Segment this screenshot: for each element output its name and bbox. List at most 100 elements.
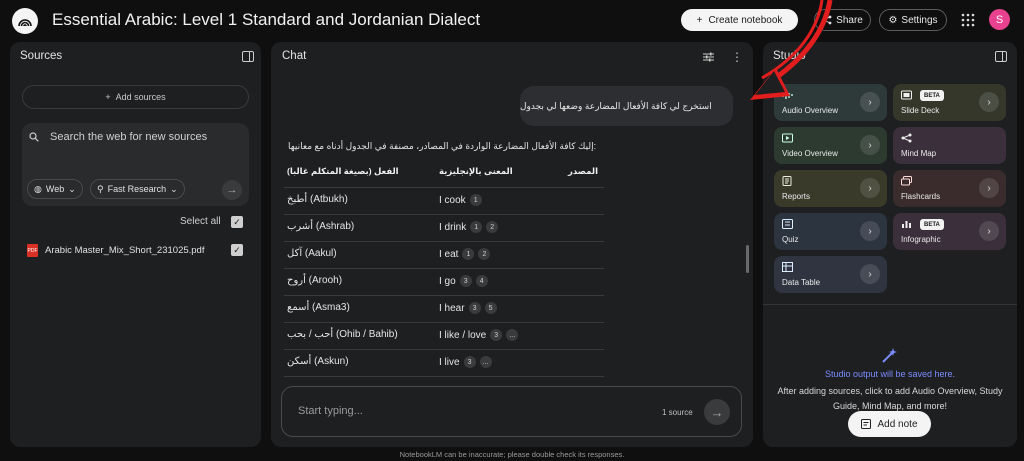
studio-card-data-table[interactable]: Data Table › — [774, 256, 887, 293]
table-divider — [284, 268, 604, 269]
table-cell-verb: أشرب (Ashrab) — [287, 221, 355, 232]
studio-card-video-overview[interactable]: Video Overview › — [774, 127, 887, 164]
chevron-down-icon: ⌄ — [68, 183, 76, 194]
add-note-button[interactable]: Add note — [848, 411, 931, 437]
chevron-right-icon[interactable]: › — [979, 92, 999, 112]
collapse-panel-icon[interactable] — [242, 51, 254, 62]
studio-card-slide-deck[interactable]: BETA Slide Deck › — [893, 84, 1006, 121]
citation-badge[interactable]: 1 — [470, 221, 483, 233]
studio-card-reports[interactable]: Reports › — [774, 170, 887, 207]
submit-search-button[interactable]: → — [222, 180, 242, 200]
avatar[interactable]: S — [989, 9, 1010, 30]
gear-icon: ⚙ — [888, 14, 898, 26]
quiz-icon — [782, 219, 793, 229]
globe-icon: ◍ — [34, 183, 42, 194]
chevron-right-icon[interactable]: › — [860, 221, 880, 241]
table-header-source: المصدر — [568, 166, 598, 176]
check-icon: ✓ — [233, 216, 241, 227]
studio-divider — [763, 304, 1017, 305]
chat-title: Chat — [282, 50, 307, 62]
web-source-dropdown[interactable]: ◍ Web ⌄ — [27, 179, 83, 199]
table-divider — [284, 376, 604, 377]
citation-badge[interactable]: 3 — [459, 275, 472, 287]
send-button[interactable]: → — [704, 399, 730, 425]
search-input[interactable]: Search the web for new sources — [50, 131, 207, 143]
table-cell-verb: أروح (Arooh) — [287, 275, 343, 286]
pdf-icon: PDF — [27, 244, 38, 257]
citation-badge[interactable]: 1 — [469, 194, 482, 206]
add-sources-button[interactable]: + Add sources — [22, 85, 249, 109]
plus-icon: + — [105, 92, 111, 102]
table-divider — [284, 349, 604, 350]
chevron-right-icon[interactable]: › — [860, 178, 880, 198]
table-divider — [284, 295, 604, 296]
infographic-icon — [902, 221, 911, 228]
studio-card-mind-map[interactable]: Mind Map — [893, 127, 1006, 164]
plus-icon: + — [696, 14, 703, 26]
table-cell-meaning: I live 3 ... — [439, 356, 492, 368]
studio-output-description: After adding sources, click to add Audio… — [777, 386, 1003, 411]
tune-icon[interactable] — [703, 52, 714, 62]
annotation-arrow — [750, 0, 833, 100]
chevron-right-icon[interactable]: › — [860, 92, 880, 112]
table-divider — [284, 241, 604, 242]
chat-input[interactable]: Start typing... — [298, 405, 363, 417]
citation-badge[interactable]: 4 — [475, 275, 488, 287]
table-header-meaning: المعنى بالإنجليزية — [439, 166, 513, 176]
table-cell-verb: أسكن (Askun) — [287, 356, 349, 367]
chevron-right-icon[interactable]: › — [979, 221, 999, 241]
note-icon — [861, 419, 872, 429]
chevron-right-icon[interactable]: › — [860, 135, 880, 155]
apps-grid-icon[interactable] — [961, 13, 975, 27]
studio-card-quiz[interactable]: Quiz › — [774, 213, 887, 250]
table-cell-meaning: I hear 3 5 — [439, 302, 497, 314]
arrow-right-icon: → — [710, 404, 724, 420]
table-cell-verb: أحب / بحب (Ohib / Bahib) — [287, 329, 398, 340]
collapse-panel-icon[interactable] — [995, 51, 1007, 62]
select-all-label: Select all — [180, 216, 221, 227]
citation-badge[interactable]: 3 — [490, 329, 503, 341]
select-all-checkbox[interactable]: ✓ — [231, 216, 243, 228]
citation-more-badge[interactable]: ... — [479, 356, 492, 368]
studio-card-flashcards[interactable]: Flashcards › — [893, 170, 1006, 207]
sources-title: Sources — [20, 50, 63, 62]
table-divider — [284, 214, 604, 215]
reports-icon — [782, 176, 792, 186]
search-icon — [29, 132, 39, 142]
chevron-right-icon[interactable]: › — [860, 264, 880, 284]
check-icon: ✓ — [233, 244, 241, 255]
chat-scrollbar[interactable] — [746, 245, 749, 273]
research-mode-dropdown[interactable]: ⚲ Fast Research ⌄ — [90, 179, 185, 199]
magic-wand-icon — [882, 348, 897, 363]
mindmap-icon — [901, 133, 912, 143]
chevron-right-icon[interactable]: › — [979, 178, 999, 198]
video-icon — [782, 133, 793, 143]
notebook-title[interactable]: Essential Arabic: Level 1 Standard and J… — [52, 10, 480, 30]
beta-badge: BETA — [920, 90, 944, 101]
table-header-verb: الفعل (بصيغة المتكلم غالبا) — [287, 166, 399, 176]
source-count: 1 source — [662, 408, 693, 417]
settings-button[interactable]: ⚙ Settings — [879, 9, 947, 31]
citation-badge[interactable]: 1 — [462, 248, 475, 260]
citation-badge[interactable]: 2 — [478, 248, 491, 260]
citation-badge[interactable]: 2 — [486, 221, 499, 233]
notebooklm-logo-icon[interactable] — [12, 8, 38, 34]
beta-badge: BETA — [920, 219, 944, 230]
source-item-name[interactable]: Arabic Master_Mix_Short_231025.pdf — [45, 245, 204, 256]
top-bar: Essential Arabic: Level 1 Standard and J… — [0, 0, 1024, 40]
user-message: استخرج لي كافة الأفعال المضارعة وضعها لي… — [520, 86, 733, 126]
table-cell-meaning: I eat 1 2 — [439, 248, 491, 260]
response-intro: :إليك كافة الأفعال المضارعة الواردة في ا… — [288, 141, 597, 151]
citation-badge[interactable]: 3 — [468, 302, 481, 314]
source-item-checkbox[interactable]: ✓ — [231, 244, 243, 256]
table-cell-verb: أسمع (Asma3) — [287, 302, 350, 313]
slides-icon — [901, 90, 912, 100]
table-divider — [284, 322, 604, 323]
studio-card-infographic[interactable]: BETA Infographic › — [893, 213, 1006, 250]
citation-badge[interactable]: 3 — [463, 356, 476, 368]
table-cell-meaning: I like / love 3 ... — [439, 329, 519, 341]
citation-badge[interactable]: 5 — [484, 302, 497, 314]
citation-more-badge[interactable]: ... — [506, 329, 519, 341]
flashcards-icon — [901, 176, 912, 186]
table-cell-meaning: I go 3 4 — [439, 275, 488, 287]
